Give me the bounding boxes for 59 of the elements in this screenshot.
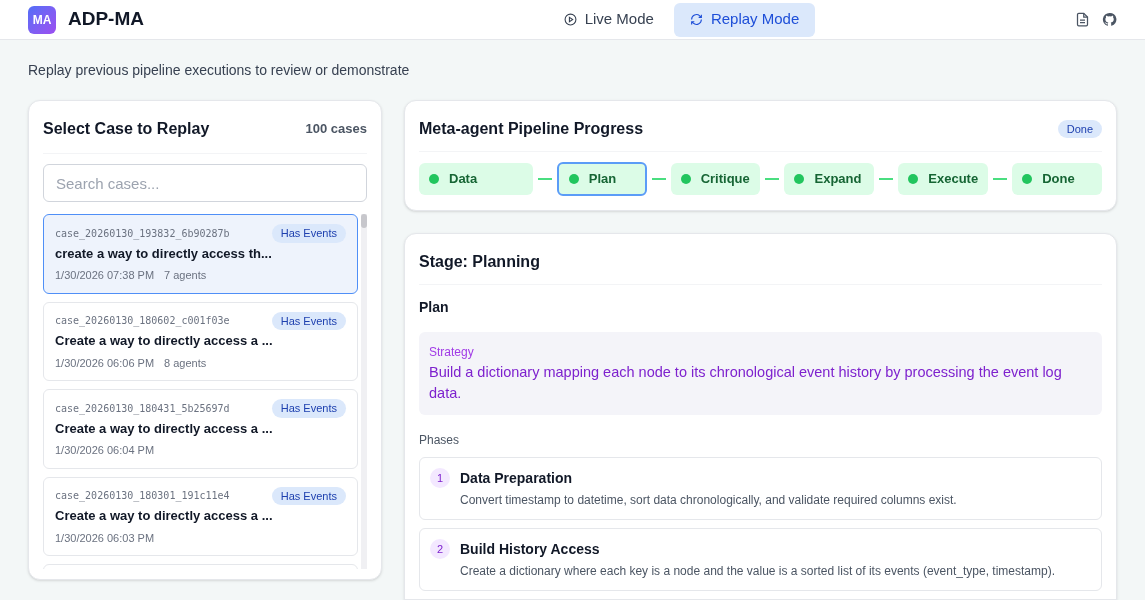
document-icon[interactable] [1075, 12, 1090, 27]
case-id: case_20260130_193832_6b90287b [55, 226, 230, 241]
phase-title: Build History Access [460, 540, 601, 559]
phases-label: Phases [419, 432, 461, 449]
case-title: create a way to directly access th... [55, 244, 273, 263]
case-count: 100 cases [305, 120, 367, 139]
connector-line [537, 178, 552, 180]
panel-title: Stage: Planning [419, 250, 1102, 285]
page-subtitle: Replay previous pipeline executions to review or demonstrate [28, 61, 411, 80]
events-badge: Has Events [271, 399, 346, 418]
case-title: Create a way to directly access a ... [55, 419, 274, 438]
events-badge: Has Events [271, 311, 346, 330]
case-date: 1/30/2026 06:06 PM [55, 355, 155, 371]
app-logo: MA [28, 5, 56, 34]
phase-number: 2 [430, 539, 450, 559]
stage-step[interactable]: Done [1012, 163, 1102, 195]
phase-title: Data Preparation [460, 469, 574, 488]
connector-line [993, 178, 1008, 180]
stage-step[interactable]: Expand [784, 163, 875, 195]
phase-description: Convert timestamp to datetime, sort data chronologically, and validate required columns exist. [460, 492, 957, 509]
stage-step[interactable]: Data [419, 163, 533, 195]
events-badge: Has Events [271, 224, 346, 243]
case-id: case_20260130_180301_191c11e4 [55, 489, 230, 504]
stage-step[interactable]: Plan [556, 162, 647, 196]
strategy-label: Strategy [429, 344, 475, 361]
github-icon[interactable] [1102, 12, 1117, 27]
case-date: 1/30/2026 07:38 PM [55, 268, 155, 283]
app-name: ADP-MA [68, 7, 144, 32]
refresh-icon [689, 13, 703, 26]
panel-title: Select Case to Replay [43, 119, 210, 139]
search-field[interactable]: Search cases... [43, 164, 367, 202]
status-badge: Done [1057, 119, 1102, 139]
panel-title: Meta-agent Pipeline Progress [419, 119, 644, 139]
phase-number: 1 [430, 468, 450, 488]
mode-tab[interactable]: Replay Mode [673, 2, 816, 37]
case-id: case_20260130_180431_5b25697d [55, 401, 230, 416]
case-item[interactable]: case_20260130_180301_191c11e4 Has Events Create a way to directly access a ... 1/30/2026 06:03 PM [43, 476, 358, 556]
strategy-text: Build a dictionary mapping each node to its chronological event history by processing the event log data. [429, 363, 1063, 403]
case-item[interactable]: case_20260130_193832_6b90287b Has Events create a way to directly access th... 1/30/2026 07:38 PM 7 agents [43, 214, 358, 294]
connector-line [651, 178, 666, 180]
section-title: Plan [419, 298, 450, 317]
connector-line [879, 178, 894, 180]
scrollbar-track[interactable] [361, 214, 367, 569]
agent-count: 7 agents [164, 268, 207, 283]
events-badge: Has Events [271, 486, 346, 505]
mode-tab[interactable]: Live Mode [547, 2, 670, 37]
case-date: 1/30/2026 06:04 PM [55, 443, 155, 458]
stage-step[interactable]: Critique [670, 163, 761, 195]
phase-description: Create a dictionary where each key is a node and the value is a sorted list of its events (event_type, timestamp). [460, 563, 1055, 580]
case-title: Create a way to directly access a ... [55, 507, 274, 525]
case-id: case_20260130_180602_c001f03e [55, 314, 230, 329]
connector-line [765, 178, 780, 180]
play-circle-icon [563, 13, 577, 26]
case-title: Create a way to directly access a ... [55, 332, 274, 350]
case-date: 1/30/2026 06:03 PM [55, 530, 155, 546]
case-item[interactable]: case_20260130_180602_c001f03e Has Events Create a way to directly access a ... 1/30/2026 06:06 PM 8 agents [43, 301, 358, 381]
agent-count: 8 agents [164, 355, 207, 371]
case-item[interactable]: case_20260130_180431_5b25697d Has Events Create a way to directly access a ... 1/30/2026 06:04 PM [43, 389, 358, 469]
stage-step[interactable]: Execute [898, 163, 989, 195]
